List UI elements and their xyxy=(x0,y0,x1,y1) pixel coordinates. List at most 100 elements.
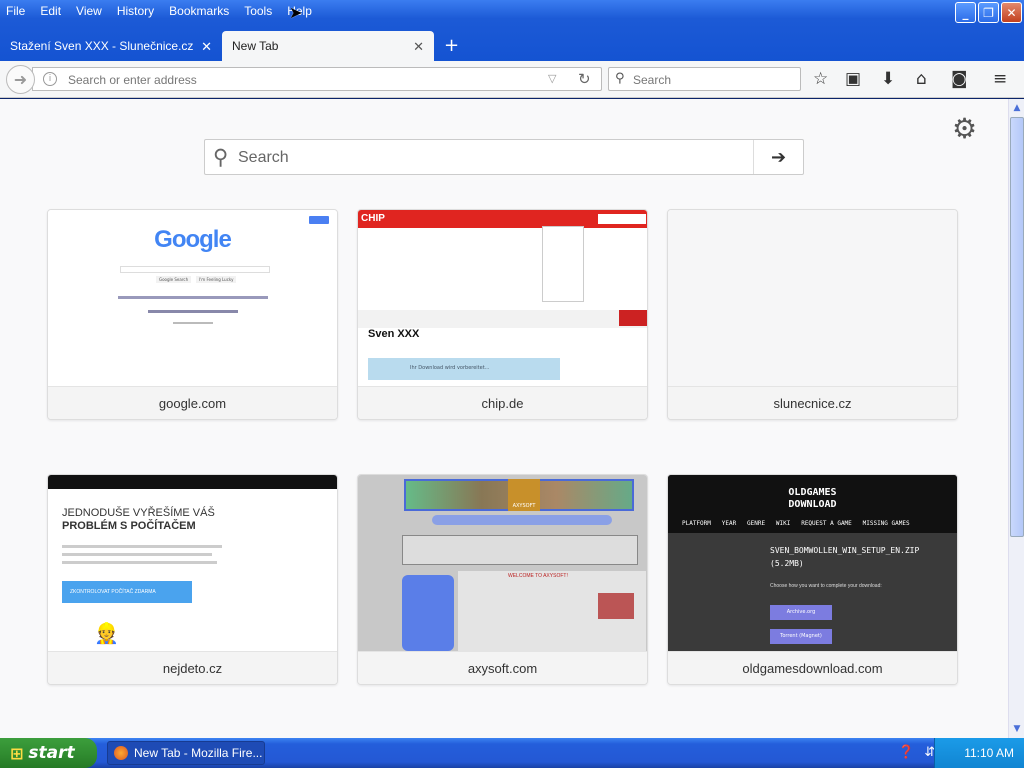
info-icon[interactable]: i xyxy=(43,72,57,86)
top-site-tile-google[interactable]: Google Google Search I'm Feeling Lucky g… xyxy=(47,209,338,420)
chip-heading: Sven XXX xyxy=(368,328,420,340)
tile-thumbnail: CHIP Sven XXX Ihr Download wird vorberei… xyxy=(358,210,647,388)
menu-edit[interactable]: Edit xyxy=(40,4,61,18)
menu-bar: File Edit View History Bookmarks Tools H… xyxy=(0,0,327,22)
nejdeto-character-icon: 👷 xyxy=(94,621,119,645)
nejdeto-headline-2: PROBLÉM S POČÍTAČEM xyxy=(62,520,196,532)
hamburger-menu-icon[interactable]: ≡ xyxy=(993,69,1007,89)
search-go-arrow-icon[interactable]: ➔ xyxy=(753,140,803,174)
oldgames-filename: SVEN_BOMWOLLEN_WIN_SETUP_EN.ZIP xyxy=(770,546,920,555)
google-text-line xyxy=(118,296,268,299)
chip-bar xyxy=(358,310,647,328)
menu-tools[interactable]: Tools xyxy=(244,4,272,18)
reading-list-icon[interactable]: ▣ xyxy=(845,69,861,89)
google-logo: Google xyxy=(154,226,232,253)
oldgames-archive-button: Archive.org xyxy=(770,605,832,620)
tab-strip: Stažení Sven XXX - Slunečnice.cz ✕ New T… xyxy=(0,29,459,61)
tile-thumbnail xyxy=(668,210,957,388)
menu-view[interactable]: View xyxy=(76,4,102,18)
nejdeto-topbar xyxy=(48,475,337,489)
clock[interactable]: 11:10 AM xyxy=(964,746,1014,760)
tab-title: New Tab xyxy=(232,39,279,53)
window-titlebar: File Edit View History Bookmarks Tools H… xyxy=(0,0,1024,62)
top-site-tile-axysoft[interactable]: AXYSOFT WELCOME TO AXYSOFT! axysoft.com xyxy=(357,474,648,685)
top-site-tile-chip[interactable]: CHIP Sven XXX Ihr Download wird vorberei… xyxy=(357,209,648,420)
chip-search xyxy=(598,214,646,224)
tile-thumbnail: AXYSOFT WELCOME TO AXYSOFT! xyxy=(358,475,647,653)
newtab-search-placeholder: Search xyxy=(238,149,289,166)
menu-history[interactable]: History xyxy=(117,4,154,18)
axysoft-ad-box xyxy=(402,535,638,565)
tile-thumbnail: JEDNODUŠE VYŘEŠÍME VÁŠ PROBLÉM S POČÍTAČ… xyxy=(48,475,337,653)
oldgames-size: (5.2MB) xyxy=(770,559,804,568)
tile-label: chip.de xyxy=(358,386,647,419)
taskbar-item-label: New Tab - Mozilla Fire... xyxy=(134,746,263,760)
oldgames-nav: PLATFORM YEAR GENRE WIKI REQUEST A GAME … xyxy=(682,520,910,527)
home-icon[interactable]: ⌂ xyxy=(916,69,927,89)
tab-slunecnice[interactable]: Stažení Sven XXX - Slunečnice.cz ✕ xyxy=(0,31,222,61)
back-button-icon[interactable]: ➜ xyxy=(6,65,35,94)
tile-label: slunecnice.cz xyxy=(668,386,957,419)
tab-new-tab[interactable]: New Tab ✕ xyxy=(222,31,434,61)
windows-flag-icon: ⊞ xyxy=(10,743,24,763)
chip-ad xyxy=(619,310,647,326)
search-bar[interactable]: ⚲ Search xyxy=(608,67,801,91)
tile-label: google.com xyxy=(48,386,337,419)
newtab-search-box[interactable]: ⚲ Search ➔ xyxy=(204,139,804,175)
close-tab-icon[interactable]: ✕ xyxy=(201,39,212,55)
axysoft-nav xyxy=(432,515,612,525)
close-tab-icon[interactable]: ✕ xyxy=(413,39,424,55)
nejdeto-text-line xyxy=(62,553,212,556)
start-button[interactable]: ⊞ start xyxy=(0,738,97,768)
axysoft-brand: AXYSOFT xyxy=(508,479,540,511)
minimize-button[interactable]: _ xyxy=(955,2,976,23)
top-site-tile-nejdeto[interactable]: JEDNODUŠE VYŘEŠÍME VÁŠ PROBLÉM S POČÍTAČ… xyxy=(47,474,338,685)
axysoft-welcome: WELCOME TO AXYSOFT! xyxy=(508,573,568,579)
new-tab-page: ⚙ ⚲ Search ➔ Google Google Search I'm Fe… xyxy=(0,99,1008,738)
scroll-down-icon[interactable]: ▼ xyxy=(1010,721,1024,737)
chip-logo: CHIP xyxy=(361,213,385,224)
search-icon: ⚲ xyxy=(615,71,625,86)
menu-file[interactable]: File xyxy=(6,4,25,18)
axysoft-screenshot xyxy=(598,593,634,619)
nejdeto-headline-1: JEDNODUŠE VYŘEŠÍME VÁŠ xyxy=(62,507,215,519)
tile-label: nejdeto.cz xyxy=(48,651,337,684)
address-bar[interactable]: i Search or enter address ▽ ↻ xyxy=(32,67,602,91)
dropdown-arrow-icon[interactable]: ▽ xyxy=(548,72,556,85)
search-icon: ⚲ xyxy=(213,145,229,169)
oldgames-torrent-button: Torrent (Magnet) xyxy=(770,629,832,644)
search-placeholder: Search xyxy=(633,73,672,87)
settings-gear-icon[interactable]: ⚙ xyxy=(952,112,977,145)
google-search-btn: Google Search xyxy=(156,276,192,283)
system-tray: 11:10 AM xyxy=(934,738,1024,768)
pocket-icon[interactable]: ◙ xyxy=(951,69,968,89)
downloads-icon[interactable]: ⬇ xyxy=(881,69,895,89)
help-icon[interactable]: ❓ xyxy=(898,745,914,760)
top-site-tile-oldgamesdownload[interactable]: OLDGAMES DOWNLOAD PLATFORM YEAR GENRE WI… xyxy=(667,474,958,685)
mouse-cursor-icon: ➤ xyxy=(289,3,303,22)
google-search-box xyxy=(120,266,270,273)
windows-taskbar: ⊞ start New Tab - Mozilla Fire... ❓ ⇵ 11… xyxy=(0,738,1024,768)
nejdeto-text-line xyxy=(62,561,217,564)
oldgames-logo-2: DOWNLOAD xyxy=(788,499,837,510)
top-site-tile-slunecnice[interactable]: slunecnice.cz xyxy=(667,209,958,420)
google-text-line xyxy=(148,310,238,313)
bookmark-star-icon[interactable]: ☆ xyxy=(813,69,828,89)
nav-toolbar: i Search or enter address ▽ ↻ ➜ ⚲ Search… xyxy=(0,61,1024,98)
vertical-scrollbar[interactable]: ▲ ▼ xyxy=(1008,99,1024,738)
menu-bookmarks[interactable]: Bookmarks xyxy=(169,4,229,18)
tab-title: Stažení Sven XXX - Slunečnice.cz xyxy=(10,39,194,53)
nejdeto-text-line xyxy=(62,545,222,548)
firefox-icon xyxy=(114,746,128,760)
oldgames-logo-1: OLDGAMES xyxy=(788,487,837,498)
scroll-thumb[interactable] xyxy=(1010,117,1024,537)
new-tab-plus-icon[interactable]: + xyxy=(444,31,459,61)
reload-icon[interactable]: ↻ xyxy=(578,70,591,88)
close-window-button[interactable]: ✕ xyxy=(1001,2,1022,23)
tile-thumbnail: Google Google Search I'm Feeling Lucky xyxy=(48,210,337,388)
feeling-lucky-btn: I'm Feeling Lucky xyxy=(196,276,237,283)
scroll-up-icon[interactable]: ▲ xyxy=(1010,100,1024,116)
tile-thumbnail: OLDGAMES DOWNLOAD PLATFORM YEAR GENRE WI… xyxy=(668,475,957,653)
taskbar-item-firefox[interactable]: New Tab - Mozilla Fire... xyxy=(107,741,265,765)
restore-button[interactable]: ❐ xyxy=(978,2,999,23)
